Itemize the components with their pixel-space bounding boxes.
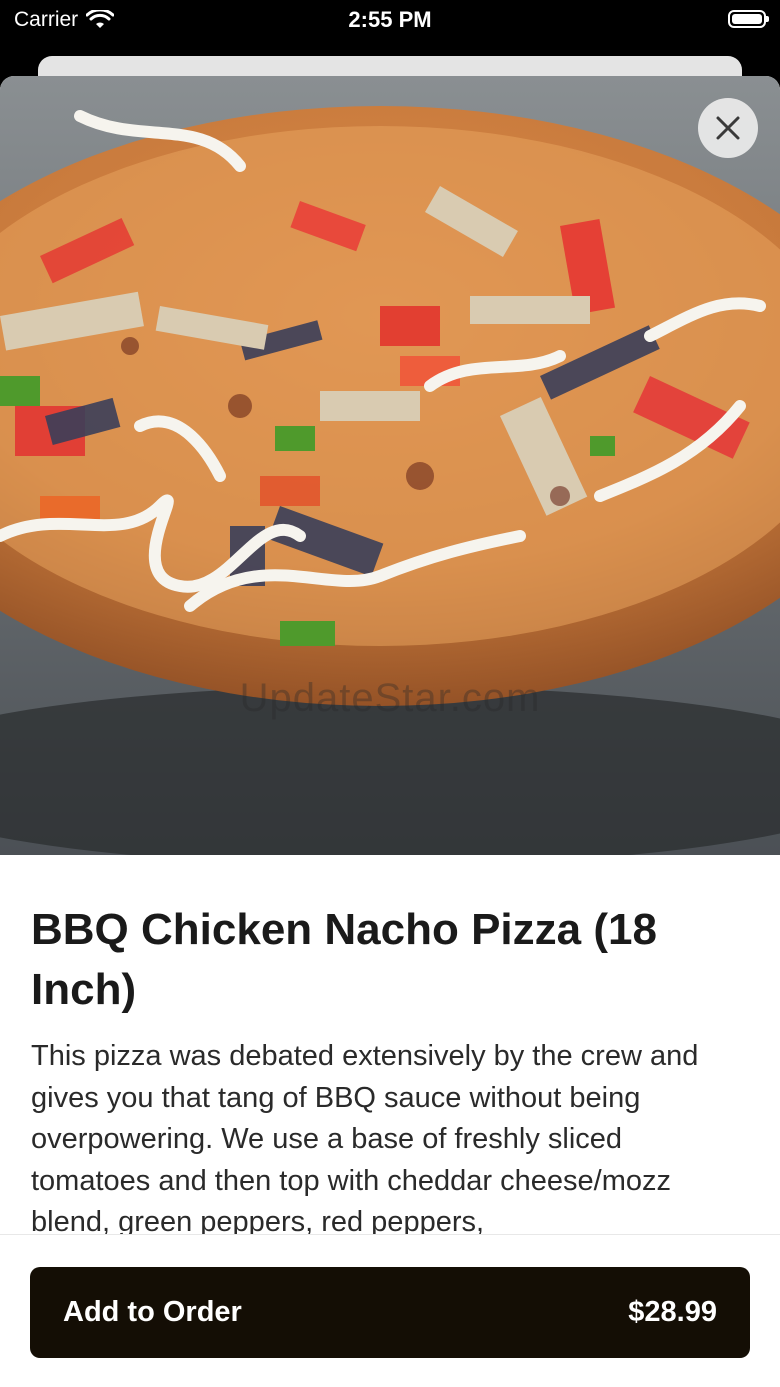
order-footer: Add to Order $28.99 [0,1234,780,1387]
item-content: BBQ Chicken Nacho Pizza (18 Inch) This p… [31,900,749,1234]
status-time: 2:55 PM [348,7,432,32]
close-button[interactable] [698,98,758,158]
close-icon [716,116,740,140]
image-watermark: UpdateStar.com [239,676,541,720]
item-title: BBQ Chicken Nacho Pizza (18 Inch) [31,905,657,1014]
add-to-order-button[interactable]: Add to Order $28.99 [30,1267,750,1358]
battery-icon [728,10,769,28]
add-to-order-label: Add to Order [63,1296,242,1328]
status-bar: Carrier 2:55 PM [0,0,780,56]
item-price: $28.99 [628,1296,717,1328]
pizza-photo [0,76,780,855]
item-photo: UpdateStar.com [0,76,780,855]
item-detail-sheet: UpdateStar.com BBQ Chicken Nacho Pizza (… [0,76,780,1387]
item-description: This pizza was debated extensively by th… [31,1040,699,1234]
